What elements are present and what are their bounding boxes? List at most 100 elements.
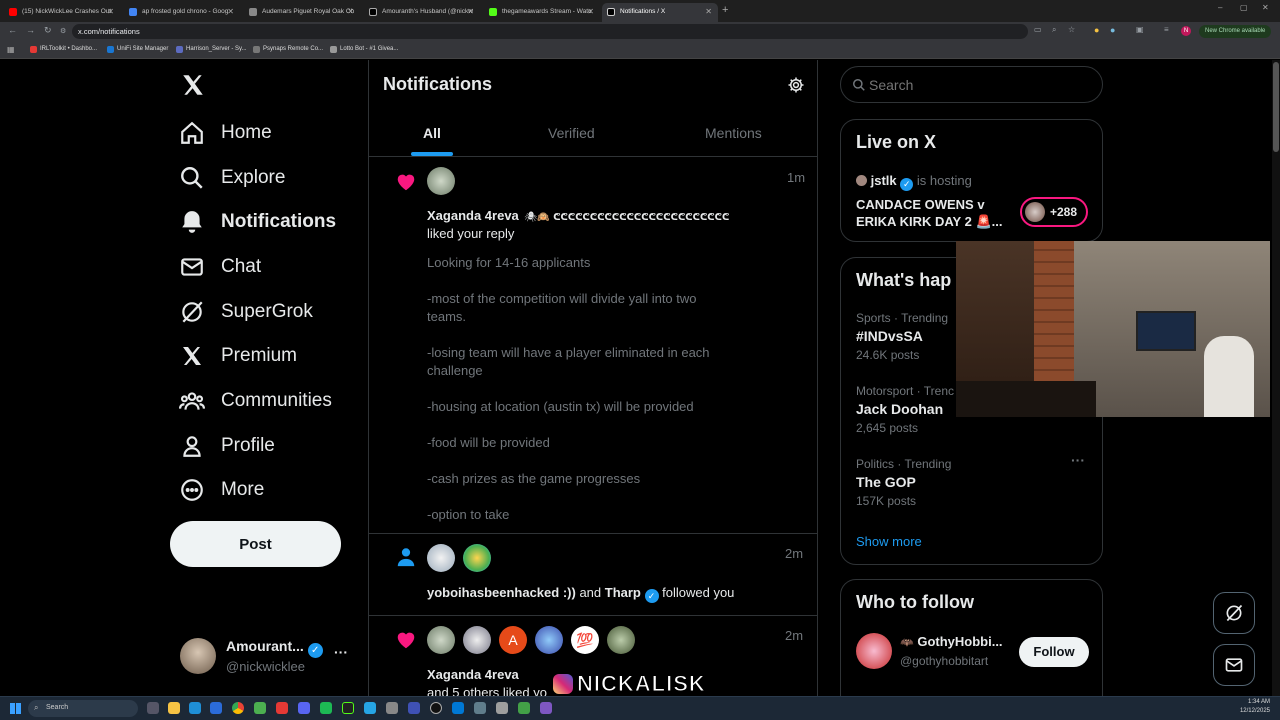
taskbar-app-icon[interactable]: [496, 702, 508, 714]
browser-tab[interactable]: Amouranth's Husband (@nickw ✕: [364, 3, 480, 22]
show-more-link[interactable]: Show more: [856, 534, 922, 549]
update-chrome-button[interactable]: New Chrome available: [1199, 25, 1272, 38]
search-input[interactable]: [869, 75, 1089, 95]
file-explorer-icon[interactable]: [168, 702, 180, 714]
messages-float-button[interactable]: [1213, 644, 1255, 686]
taskbar-app-icon[interactable]: [254, 702, 266, 714]
avatar[interactable]: [427, 167, 455, 195]
tab-verified[interactable]: Verified: [548, 125, 595, 141]
avatar[interactable]: 💯: [571, 626, 599, 654]
live-listeners-button[interactable]: +288: [1020, 197, 1088, 227]
cast-icon[interactable]: ▭: [1034, 25, 1042, 34]
follow-button[interactable]: Follow: [1019, 637, 1089, 667]
nav-more[interactable]: More: [178, 470, 264, 510]
taskbar-app-icon[interactable]: [518, 702, 530, 714]
close-window-icon[interactable]: ✕: [1262, 3, 1269, 12]
taskbar-app-icon[interactable]: [386, 702, 398, 714]
avatar[interactable]: [856, 633, 892, 669]
live-stream-title[interactable]: CANDACE OWENS v ERIKA KIRK DAY 2 🚨...: [856, 196, 1016, 230]
trend-more-icon[interactable]: ···: [1071, 452, 1085, 468]
bookmark-item[interactable]: IRLToolkit • Dashbo...: [30, 46, 97, 53]
browser-tab[interactable]: thegameawards Stream - Watc ✕: [484, 3, 600, 22]
notification-item[interactable]: 2m yoboihasbeenhacked :)) and Tharp ✓ fo…: [369, 534, 817, 615]
close-tab-icon[interactable]: ✕: [587, 7, 594, 16]
obs-icon[interactable]: [430, 702, 442, 714]
taskbar-app-icon[interactable]: [452, 702, 464, 714]
maximize-icon[interactable]: ▢: [1240, 3, 1248, 12]
avatar[interactable]: [463, 626, 491, 654]
user-name[interactable]: Tharp: [605, 585, 641, 600]
extension-icon[interactable]: ●: [1094, 25, 1099, 35]
bookmark-item[interactable]: UniFi Site Manager: [107, 46, 168, 53]
notification-item[interactable]: 1m Xaganda 4reva 🕷🙉 ᕦᕦᕦᕦᕦᕦᕦᕦᕦᕦᕦᕦᕦᕦᕦᕦᕦᕦᕦᕦ…: [369, 157, 817, 533]
zoom-icon[interactable]: ⌕: [1052, 25, 1056, 35]
user-name[interactable]: yoboihasbeenhacked :)): [427, 585, 576, 600]
edge-icon[interactable]: [189, 702, 201, 714]
browser-tab[interactable]: ap frosted gold chrono - Goog ✕: [124, 3, 240, 22]
nav-profile[interactable]: Profile: [178, 426, 275, 466]
taskbar-search[interactable]: ⌕ Search: [28, 700, 138, 717]
apps-grid-icon[interactable]: ▦: [7, 45, 15, 54]
avatar[interactable]: [463, 544, 491, 572]
close-tab-icon[interactable]: ✕: [227, 7, 234, 16]
tab-mentions[interactable]: Mentions: [705, 125, 762, 141]
post-button[interactable]: Post: [170, 521, 341, 567]
reload-icon[interactable]: ↻: [44, 25, 52, 36]
taskbar-app-icon[interactable]: [342, 702, 354, 714]
discord-icon[interactable]: [298, 702, 310, 714]
sidepanel-icon[interactable]: ▣: [1136, 25, 1144, 34]
menu-lines-icon[interactable]: ≡: [1164, 25, 1169, 34]
windows-start-icon[interactable]: [10, 703, 21, 714]
scrollbar[interactable]: [1272, 60, 1280, 696]
account-switcher[interactable]: Amourant... ✓ @nickwicklee ···: [170, 632, 360, 680]
tab-all[interactable]: All: [423, 125, 441, 141]
back-icon[interactable]: ←: [8, 25, 17, 35]
nav-notifications[interactable]: Notifications: [178, 202, 336, 242]
bookmark-item[interactable]: Harrison_Server - Sy...: [176, 46, 247, 53]
forward-icon[interactable]: →: [26, 25, 35, 35]
close-tab-icon[interactable]: ✕: [705, 7, 712, 16]
chrome-icon[interactable]: [232, 702, 244, 714]
nav-communities[interactable]: Communities: [178, 381, 332, 421]
browser-tab[interactable]: Audemars Piguet Royal Oak Ch ✕: [244, 3, 360, 22]
grok-float-button[interactable]: [1213, 592, 1255, 634]
taskbar-app-icon[interactable]: [276, 702, 288, 714]
avatar[interactable]: [427, 626, 455, 654]
browser-tab-active[interactable]: Notifications / X ✕: [602, 3, 718, 22]
settings-gear-icon[interactable]: [787, 76, 805, 99]
taskbar-app-icon[interactable]: [364, 702, 376, 714]
url-field[interactable]: x.com/notifications: [72, 24, 1028, 39]
close-tab-icon[interactable]: ✕: [467, 7, 474, 16]
avatar[interactable]: [535, 626, 563, 654]
close-tab-icon[interactable]: ✕: [347, 7, 354, 16]
nav-chat[interactable]: Chat: [178, 247, 261, 287]
avatar[interactable]: A: [499, 626, 527, 654]
avatar[interactable]: [607, 626, 635, 654]
taskbar-app-icon[interactable]: [408, 702, 420, 714]
bookmark-item[interactable]: Psynaps Remote Co...: [253, 46, 323, 53]
nav-supergrok[interactable]: SuperGrok: [178, 292, 313, 332]
bookmark-item[interactable]: Lotto Bot - #1 Givea...: [330, 46, 398, 53]
taskbar-app-icon[interactable]: [320, 702, 332, 714]
profile-avatar[interactable]: N: [1181, 26, 1191, 36]
task-view-icon[interactable]: [147, 702, 159, 714]
nav-home[interactable]: Home: [178, 113, 272, 153]
x-logo-icon[interactable]: [180, 72, 206, 98]
user-name[interactable]: Xaganda 4reva: [427, 208, 519, 223]
host-name[interactable]: jstlk: [871, 173, 897, 188]
browser-tab[interactable]: (15) NickWickLee Crashes Out ✕: [4, 3, 120, 22]
close-tab-icon[interactable]: ✕: [107, 7, 114, 16]
extension-icon[interactable]: ●: [1110, 25, 1115, 35]
user-name[interactable]: Xaganda 4reva: [427, 667, 519, 682]
new-tab-icon[interactable]: +: [722, 4, 728, 16]
avatar[interactable]: [427, 544, 455, 572]
trend-item[interactable]: Politics · Trending The GOP 157K posts ·…: [841, 452, 1102, 518]
account-more-icon[interactable]: ···: [334, 644, 348, 660]
taskbar-app-icon[interactable]: [474, 702, 486, 714]
nav-explore[interactable]: Explore: [178, 158, 285, 198]
search-box[interactable]: [840, 66, 1103, 103]
taskbar-app-icon[interactable]: [210, 702, 222, 714]
follow-name[interactable]: GothyHobbi...: [917, 634, 1002, 649]
minimize-icon[interactable]: –: [1218, 3, 1222, 12]
bookmark-star-icon[interactable]: ☆: [1068, 25, 1075, 34]
